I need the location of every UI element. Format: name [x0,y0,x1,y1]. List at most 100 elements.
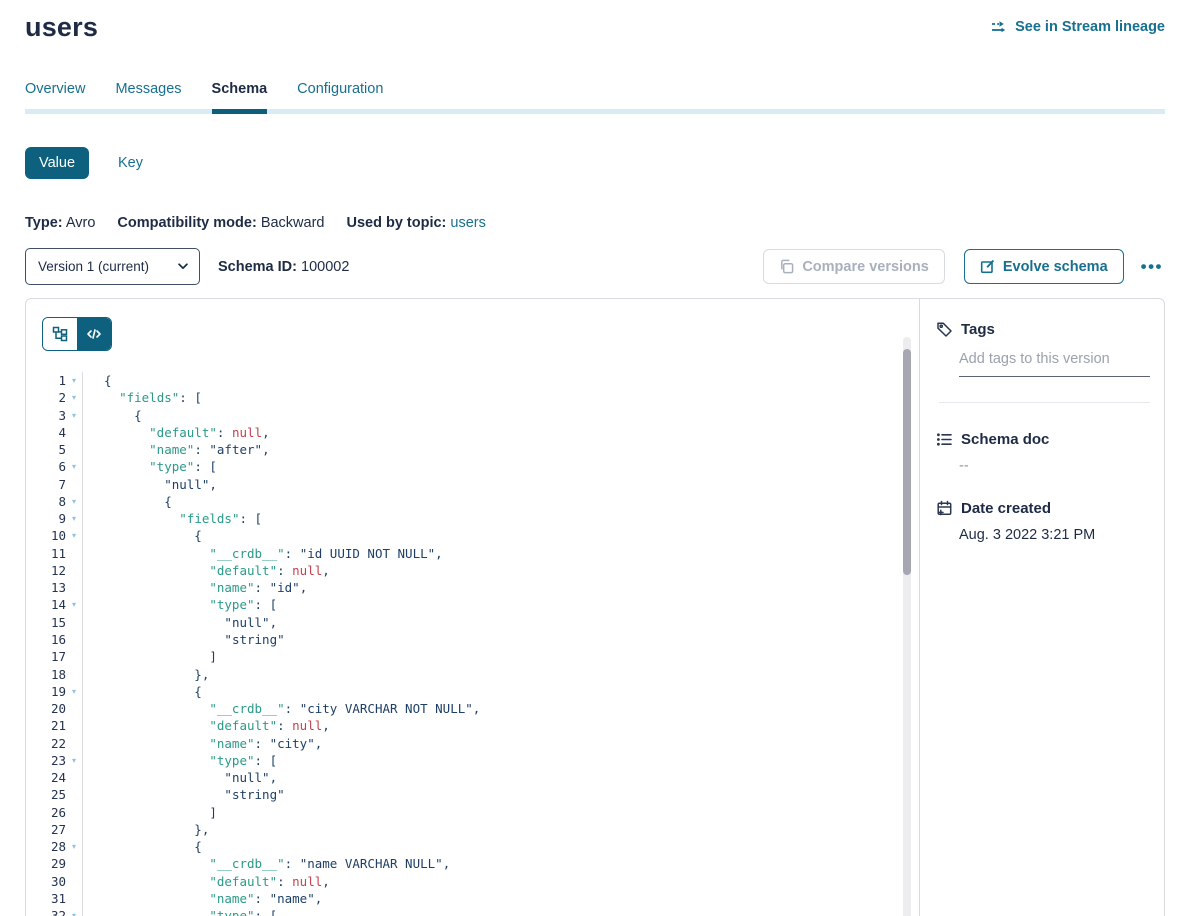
schema-editor[interactable]: 1▾{2▾ "fields": [3▾ {4 "default": null,5… [26,299,919,916]
fold-gutter [66,717,83,734]
fold-gutter [66,648,83,665]
editor-view-toggle [42,317,112,351]
fold-toggle-icon[interactable]: ▾ [66,683,83,700]
line-number: 32 [26,907,66,916]
line-number: 26 [26,804,66,821]
code-line: 7 "null", [26,476,919,493]
line-number: 16 [26,631,66,648]
code-text: "type": [ [83,458,217,475]
code-text: "type": [ [83,907,277,916]
line-number: 10 [26,527,66,544]
topic-tabs: Overview Messages Schema Configuration [25,81,1165,114]
code-line: 18 }, [26,666,919,683]
code-line: 11 "__crdb__": "id UUID NOT NULL", [26,545,919,562]
schema-doc-value: -- [959,458,1150,474]
tabs-underline [25,109,1165,114]
version-toolbar: Version 1 (current) Schema ID: 100002 Co… [25,248,1165,285]
line-number: 17 [26,648,66,665]
fold-toggle-icon[interactable]: ▾ [66,596,83,613]
fold-gutter [66,579,83,596]
value-key-toggle: Value Key [25,147,1165,179]
code-text: "__crdb__": "id UUID NOT NULL", [83,545,443,562]
value-toggle-button[interactable]: Value [25,147,89,179]
line-number: 14 [26,596,66,613]
fold-gutter [66,476,83,493]
code-line: 3▾ { [26,407,919,424]
fold-toggle-icon[interactable]: ▾ [66,907,83,916]
fold-toggle-icon[interactable]: ▾ [66,372,83,389]
fold-toggle-icon[interactable]: ▾ [66,389,83,406]
fold-gutter [66,786,83,803]
line-number: 9 [26,510,66,527]
schema-doc-heading: Schema doc [920,431,1164,448]
tree-view-icon[interactable] [43,318,77,350]
line-number: 20 [26,700,66,717]
tags-heading: Tags [920,321,1164,338]
line-number: 30 [26,873,66,890]
line-number: 12 [26,562,66,579]
code-line: 14▾ "type": [ [26,596,919,613]
fold-gutter [66,873,83,890]
tag-icon [936,321,953,338]
line-number: 7 [26,476,66,493]
calendar-plus-icon [936,500,953,517]
line-number: 5 [26,441,66,458]
code-line: 4 "default": null, [26,424,919,441]
page-header: users See in Stream lineage [25,0,1165,44]
more-actions-button[interactable]: ••• [1139,253,1165,281]
line-number: 15 [26,614,66,631]
fold-toggle-icon[interactable]: ▾ [66,493,83,510]
fold-gutter [66,700,83,717]
line-number: 11 [26,545,66,562]
fold-toggle-icon[interactable]: ▾ [66,458,83,475]
code-lines[interactable]: 1▾{2▾ "fields": [3▾ {4 "default": null,5… [26,372,919,916]
fold-toggle-icon[interactable]: ▾ [66,510,83,527]
code-line: 8▾ { [26,493,919,510]
topic-link[interactable]: users [450,215,485,231]
code-view-icon[interactable] [77,318,111,350]
line-number: 4 [26,424,66,441]
code-line: 12 "default": null, [26,562,919,579]
see-in-stream-lineage-link[interactable]: See in Stream lineage [991,19,1165,35]
fold-toggle-icon[interactable]: ▾ [66,527,83,544]
date-created-value: Aug. 3 2022 3:21 PM [959,527,1150,543]
compatibility-mode: Compatibility mode: Backward [117,215,324,231]
code-text: "null", [83,614,277,631]
compare-versions-button[interactable]: Compare versions [763,249,945,284]
editor-scrollbar-thumb[interactable] [903,349,911,575]
key-toggle-link[interactable]: Key [118,155,143,171]
fold-gutter [66,631,83,648]
line-number: 25 [26,786,66,803]
add-tags-input[interactable] [959,351,1150,377]
fold-gutter [66,424,83,441]
line-number: 3 [26,407,66,424]
fold-gutter [66,562,83,579]
fold-toggle-icon[interactable]: ▾ [66,752,83,769]
code-line: 23▾ "type": [ [26,752,919,769]
tab-schema[interactable]: Schema [212,81,268,114]
date-created-heading: Date created [920,500,1164,517]
code-line: 25 "string" [26,786,919,803]
code-text: { [83,838,202,855]
fold-gutter [66,666,83,683]
code-text: ] [83,804,217,821]
fold-gutter [66,804,83,821]
code-text: "__crdb__": "city VARCHAR NOT NULL", [83,700,480,717]
fold-gutter [66,614,83,631]
edit-icon [980,259,995,274]
code-line: 26 ] [26,804,919,821]
schema-sidebar: Tags Schema doc -- [919,299,1164,916]
fold-toggle-icon[interactable]: ▾ [66,838,83,855]
code-text: "name": "city", [83,735,322,752]
line-number: 13 [26,579,66,596]
evolve-schema-button[interactable]: Evolve schema [964,249,1124,284]
code-line: 31 "name": "name", [26,890,919,907]
editor-scrollbar-track[interactable] [903,337,911,916]
fold-toggle-icon[interactable]: ▾ [66,407,83,424]
version-select[interactable]: Version 1 (current) [25,248,200,285]
schema-panel: 1▾{2▾ "fields": [3▾ {4 "default": null,5… [25,298,1165,916]
fold-gutter [66,545,83,562]
line-number: 21 [26,717,66,734]
code-line: 28▾ { [26,838,919,855]
code-text: { [83,372,112,389]
